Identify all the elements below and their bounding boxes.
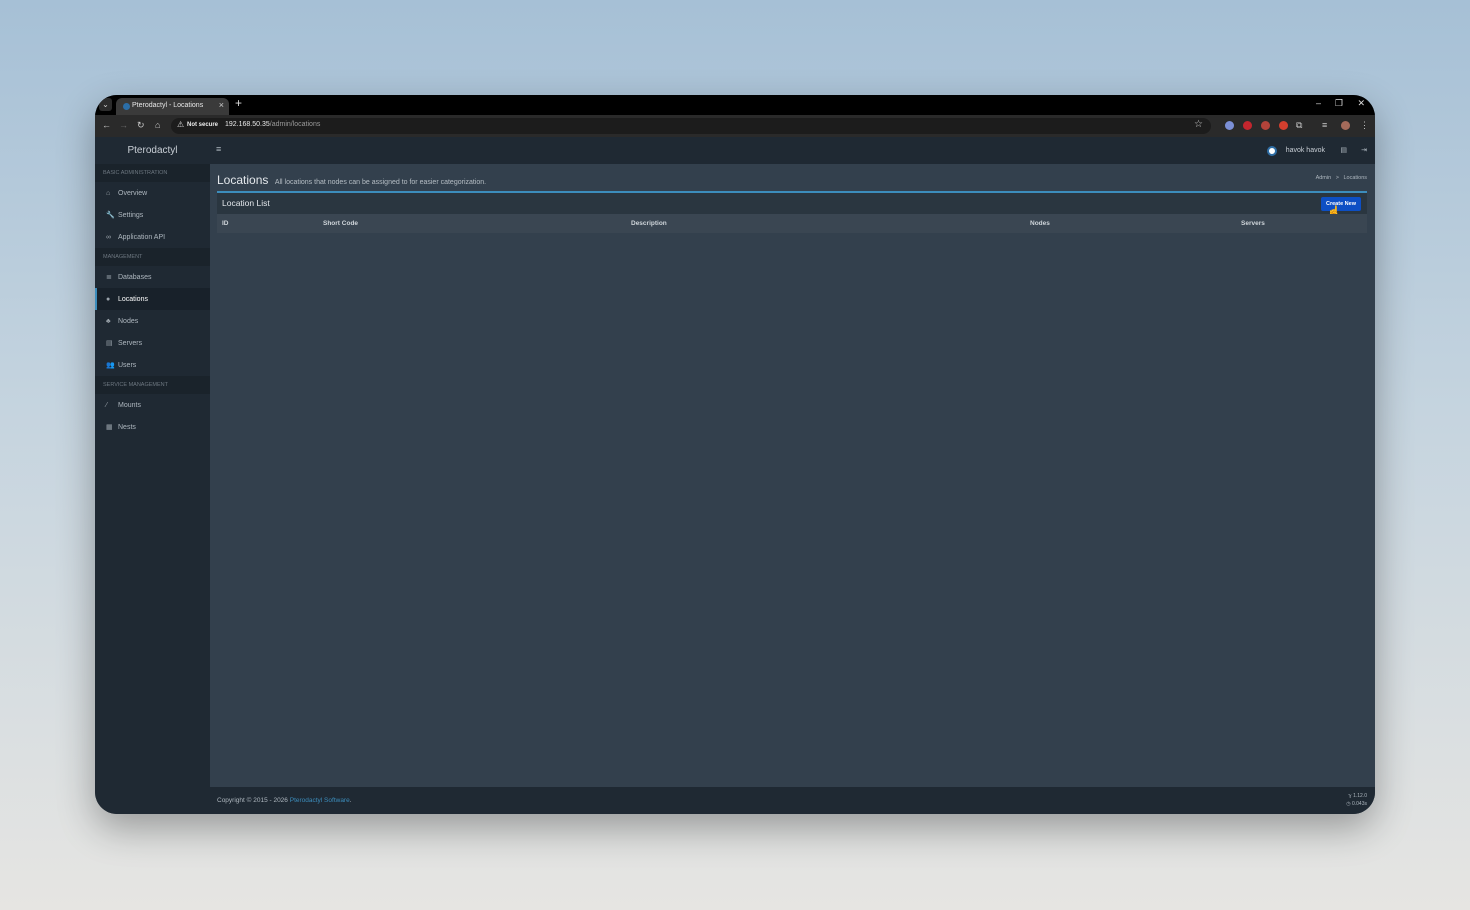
globe-icon: ● xyxy=(106,295,111,303)
top-navbar: ≡ havok havok ▤ ⇥ xyxy=(210,137,1375,164)
sidebar-item-nodes[interactable]: ♣ Nodes xyxy=(95,310,210,332)
server-list-icon[interactable]: ▤ xyxy=(1340,146,1347,154)
forward-icon[interactable]: → xyxy=(119,120,128,130)
pterodactyl-favicon-icon xyxy=(123,103,130,110)
sidebar-item-databases[interactable]: ≣ Databases xyxy=(95,266,210,288)
sidebar-item-overview[interactable]: ⌂ Overview xyxy=(95,182,210,204)
extension-icon[interactable] xyxy=(1243,121,1252,130)
sitemap-icon: ♣ xyxy=(106,317,111,325)
page-subtitle: All locations that nodes can be assigned… xyxy=(274,179,487,186)
extensions-puzzle-icon[interactable]: ⧉ xyxy=(1296,120,1302,131)
sidebar-item-label: Databases xyxy=(118,273,152,281)
magic-icon: ⁄ xyxy=(106,401,108,409)
column-header-short-code: Short Code xyxy=(323,220,359,227)
sidebar-item-application-api[interactable]: ∞ Application API xyxy=(95,226,210,248)
sidebar-item-settings[interactable]: 🔧 Settings xyxy=(95,204,210,226)
sidebar-sections: Basic Administration ⌂ Overview 🔧 Settings ∞ A… xyxy=(95,164,210,438)
minimize-icon[interactable]: – xyxy=(1316,98,1321,108)
copyright: Copyright © 2015 - 2026 Pterodactyl Soft… xyxy=(217,797,352,804)
breadcrumb-separator: > xyxy=(1335,175,1339,181)
sidebar-item-mounts[interactable]: ⁄ Mounts xyxy=(95,394,210,416)
th-large-icon: ▦ xyxy=(106,424,113,431)
tab-title: Pterodactyl - Locations xyxy=(132,102,204,109)
sidebar: Pterodactyl Basic Administration ⌂ Overvie… xyxy=(95,137,210,814)
sidebar-item-label: Application API xyxy=(118,233,166,241)
profile-avatar[interactable] xyxy=(1341,121,1350,130)
close-window-icon[interactable]: ✕ xyxy=(1357,98,1365,109)
breadcrumb: Admin > Locations xyxy=(1316,175,1367,181)
sidebar-item-label: Users xyxy=(118,361,137,369)
breadcrumb-admin[interactable]: Admin xyxy=(1316,175,1332,181)
browser-window: ⌄ Pterodactyl - Locations × + – ❐ ✕ ← → … xyxy=(95,95,1375,814)
bookmark-star-icon[interactable]: ☆ xyxy=(1194,119,1203,130)
reload-icon[interactable]: ↻ xyxy=(137,120,145,131)
tab-search-button[interactable]: ⌄ xyxy=(99,98,112,111)
version-info: ℽ 1.12.0 ◷ 0.043s xyxy=(1346,792,1367,808)
version-number: 1.12.0 xyxy=(1353,793,1367,799)
tab-close-icon[interactable]: × xyxy=(219,100,224,110)
sidebar-item-label: Nodes xyxy=(118,317,139,325)
sidebar-item-label: Nests xyxy=(118,423,136,431)
extension-icon[interactable] xyxy=(1225,121,1234,130)
main-content: ≡ havok havok ▤ ⇥ Locations All location… xyxy=(210,137,1375,814)
user-name[interactable]: havok havok xyxy=(1286,147,1325,154)
browser-toolbar: ← → ↻ ⌂ ⚠ Not secure 192.168.50.35/admin… xyxy=(95,115,1375,137)
wrench-icon: 🔧 xyxy=(106,212,115,219)
column-header-id: ID xyxy=(222,220,229,227)
url-text[interactable]: 192.168.50.35/admin/locations xyxy=(225,121,320,128)
back-icon[interactable]: ← xyxy=(102,120,111,130)
copyright-text: Copyright © 2015 - 2026 xyxy=(217,797,290,804)
pterodactyl-link[interactable]: Pterodactyl Software xyxy=(290,797,350,804)
sidebar-item-locations[interactable]: ● Locations xyxy=(95,288,210,310)
home-icon[interactable]: ⌂ xyxy=(155,120,160,130)
link-icon: ∞ xyxy=(106,233,111,241)
users-icon: 👥 xyxy=(106,362,115,369)
location-list-box: Location List Create New ☝ ID Short Code… xyxy=(217,191,1367,233)
server-icon: ▤ xyxy=(106,340,113,347)
brand-logo[interactable]: Pterodactyl xyxy=(95,137,210,164)
column-header-nodes: Nodes xyxy=(1030,220,1050,227)
pterodactyl-admin-app: Pterodactyl Basic Administration ⌂ Overvie… xyxy=(95,137,1375,814)
browser-tab-bar: ⌄ Pterodactyl - Locations × + – ❐ ✕ xyxy=(95,95,1375,115)
user-avatar[interactable] xyxy=(1267,146,1277,156)
url-path: /admin/locations xyxy=(269,121,321,128)
sidebar-toggle-icon[interactable]: ≡ xyxy=(216,144,221,154)
browser-tab-active[interactable]: Pterodactyl - Locations × xyxy=(116,98,229,115)
sidebar-item-users[interactable]: 👥 Users xyxy=(95,354,210,376)
sidebar-section-header: Management xyxy=(95,248,210,266)
breadcrumb-locations: Locations xyxy=(1343,175,1367,181)
column-header-servers: Servers xyxy=(1241,220,1265,227)
sidebar-item-label: Servers xyxy=(118,339,143,347)
extension-icon[interactable] xyxy=(1261,121,1270,130)
column-header-description: Description xyxy=(631,220,667,227)
render-time: 0.043s xyxy=(1351,801,1367,807)
sidebar-item-label: Mounts xyxy=(118,401,141,409)
not-secure-label[interactable]: Not secure xyxy=(187,122,218,128)
table-header-row: ID Short Code Description Nodes Servers xyxy=(217,214,1367,233)
restore-icon[interactable]: ❐ xyxy=(1335,98,1343,109)
logout-icon[interactable]: ⇥ xyxy=(1361,146,1367,154)
browser-menu-icon[interactable]: ⋮ xyxy=(1360,120,1369,131)
address-bar[interactable]: ⚠ Not secure 192.168.50.35/admin/locatio… xyxy=(171,118,1211,134)
sidebar-section-header: Basic Administration xyxy=(95,164,210,182)
sidebar-item-nests[interactable]: ▦ Nests xyxy=(95,416,210,438)
extension-icon[interactable] xyxy=(1279,121,1288,130)
url-host: 192.168.50.35 xyxy=(225,121,270,128)
new-tab-button[interactable]: + xyxy=(235,96,242,110)
media-controls-icon[interactable]: ≡ xyxy=(1322,120,1327,130)
page-title: Locations xyxy=(217,173,269,187)
sidebar-section-header: Service Management xyxy=(95,376,210,394)
database-icon: ≣ xyxy=(106,274,112,281)
box-title: Location List xyxy=(222,198,270,208)
sidebar-item-label: Settings xyxy=(118,211,144,219)
home-icon: ⌂ xyxy=(106,189,111,197)
warning-icon[interactable]: ⚠ xyxy=(177,120,184,129)
sidebar-item-label: Locations xyxy=(118,295,148,303)
footer: Copyright © 2015 - 2026 Pterodactyl Soft… xyxy=(210,787,1375,814)
sidebar-item-servers[interactable]: ▤ Servers xyxy=(95,332,210,354)
copyright-suffix: . xyxy=(349,797,352,804)
content-header: Locations All locations that nodes can b… xyxy=(217,171,1367,189)
sidebar-item-label: Overview xyxy=(118,189,148,197)
